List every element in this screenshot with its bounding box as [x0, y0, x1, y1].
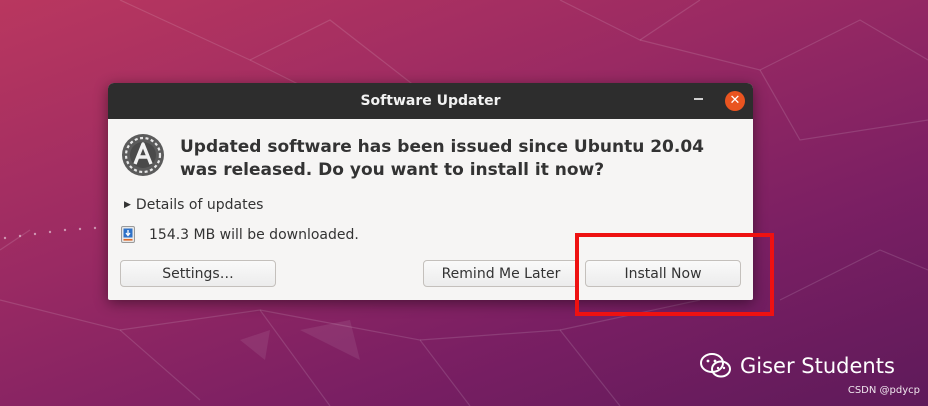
- settings-button[interactable]: Settings…: [120, 260, 276, 287]
- wechat-icon: [700, 353, 731, 378]
- details-label: Details of updates: [135, 197, 264, 213]
- watermark-credit: CSDN @pdycp: [847, 385, 920, 396]
- watermark-brand: Giser Students: [740, 354, 895, 378]
- triangle-right-icon: ▶: [124, 200, 131, 210]
- download-info: 154.3 MB will be downloaded.: [121, 226, 359, 243]
- window-title: Software Updater: [360, 93, 501, 109]
- update-message: Updated software has been issued since U…: [180, 137, 705, 180]
- minimize-icon[interactable]: [694, 98, 703, 100]
- download-size-text: 154.3 MB will be downloaded.: [149, 226, 359, 243]
- remind-me-later-button[interactable]: Remind Me Later: [423, 260, 579, 287]
- highlight-annotation-box: [575, 233, 774, 316]
- details-expander[interactable]: ▶ Details of updates: [124, 197, 263, 213]
- watermark: Giser Students: [700, 352, 895, 380]
- titlebar[interactable]: Software Updater ✕: [108, 83, 753, 119]
- close-icon[interactable]: ✕: [725, 91, 745, 111]
- download-icon: [121, 226, 135, 243]
- software-updater-icon: [122, 134, 164, 176]
